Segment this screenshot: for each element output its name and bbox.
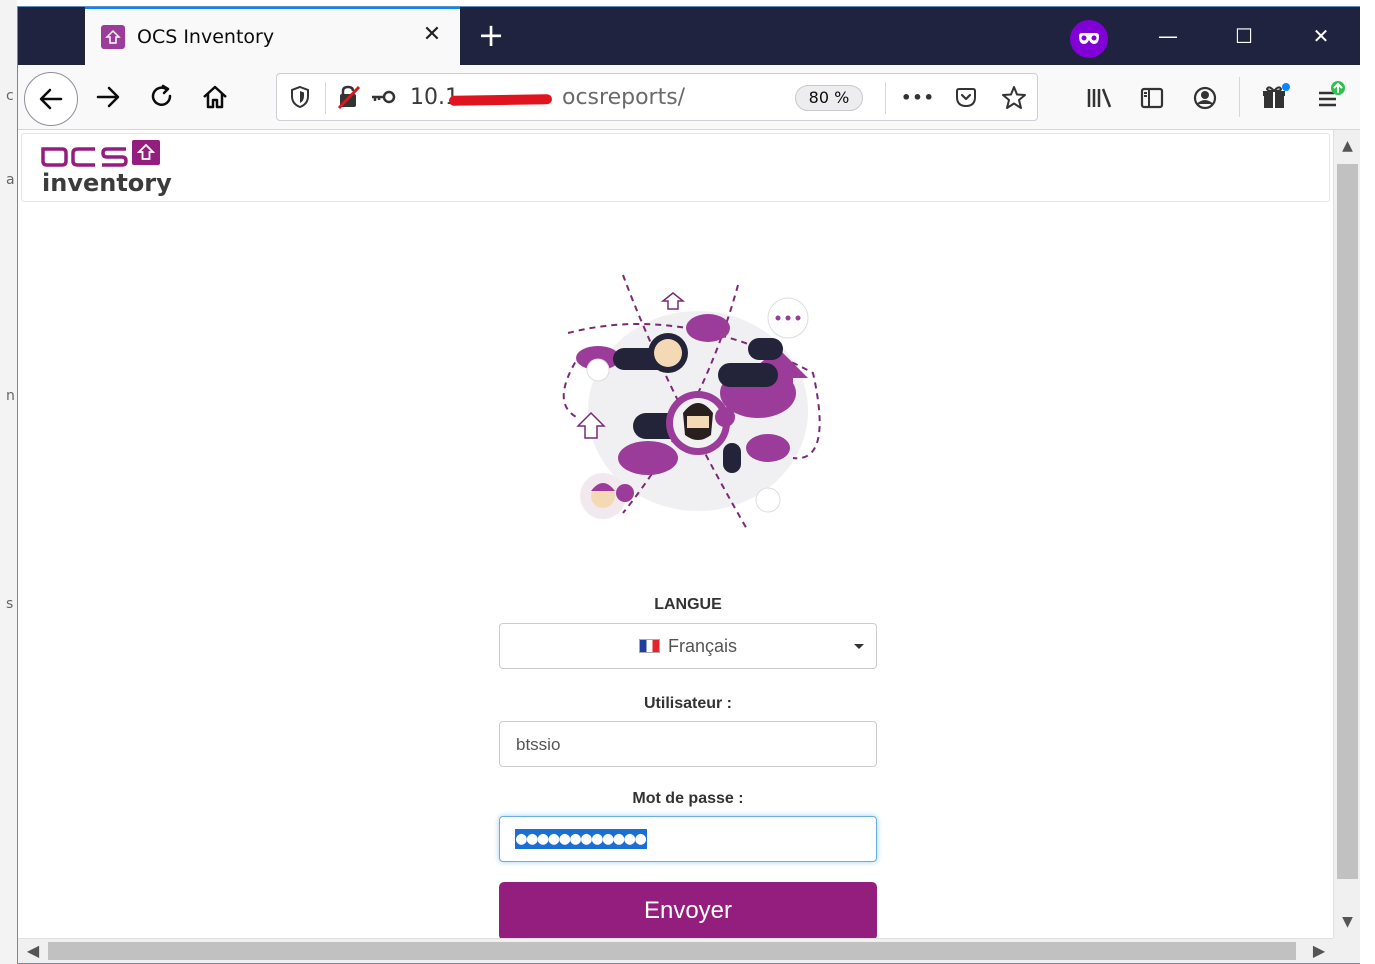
horizontal-scroll-thumb[interactable]: [48, 942, 1296, 960]
nav-toolbar: 10.1 ocsreports/ 80 % •••: [18, 65, 1360, 130]
reload-icon: [151, 84, 172, 106]
scroll-up-arrow-icon[interactable]: ▲: [1334, 138, 1360, 154]
tab-close-icon[interactable]: ✕: [418, 21, 446, 49]
home-icon: [203, 85, 227, 109]
title-bar: OCS Inventory ✕ + — ☐ ✕: [18, 7, 1360, 65]
ocs-inventory-logo[interactable]: inventory: [40, 139, 175, 199]
separator: [885, 82, 886, 114]
password-value-selected: ●●●●●●●●●●●●: [515, 828, 648, 849]
account-icon[interactable]: [1190, 83, 1220, 113]
new-tab-button[interactable]: +: [473, 18, 509, 54]
vertical-scroll-thumb[interactable]: [1337, 164, 1358, 879]
whats-new-gift-icon[interactable]: [1259, 81, 1291, 113]
private-browsing-icon: [1070, 20, 1108, 58]
home-button[interactable]: [193, 75, 237, 119]
tracking-shield-icon[interactable]: [287, 84, 313, 110]
edge-letter: s: [6, 596, 14, 612]
reload-button[interactable]: [140, 75, 184, 119]
address-bar[interactable]: 10.1 ocsreports/ 80 % •••: [276, 73, 1038, 121]
site-header: inventory: [21, 133, 1330, 202]
edge-letter: c: [6, 88, 14, 104]
scrollbar-corner: [1333, 938, 1360, 963]
page-actions-icon[interactable]: •••: [901, 86, 935, 108]
separator: [325, 82, 326, 114]
browser-window: OCS Inventory ✕ + — ☐ ✕ 10.1 ocsreports/…: [17, 6, 1361, 964]
key-icon[interactable]: [369, 86, 397, 108]
french-flag-icon: [638, 639, 660, 653]
insecure-connection-icon[interactable]: [335, 83, 363, 111]
password-input[interactable]: ●●●●●●●●●●●●: [499, 816, 877, 862]
menu-update-icon[interactable]: [1313, 78, 1349, 114]
bookmark-star-icon[interactable]: [998, 82, 1030, 114]
submit-button[interactable]: Envoyer: [499, 882, 877, 938]
tab-ocs-inventory[interactable]: OCS Inventory ✕: [85, 7, 460, 65]
maximize-button[interactable]: ☐: [1219, 17, 1269, 55]
edge-letter: a: [6, 172, 15, 188]
language-label: LANGUE: [654, 596, 722, 613]
forward-arrow-icon: [96, 86, 120, 108]
desktop-edge: [1360, 0, 1375, 964]
zoom-level-button[interactable]: 80 %: [795, 85, 863, 111]
ocs-favicon-icon: [101, 25, 125, 49]
page-viewport: inventory LANGUE Français Utilisateur: …: [18, 130, 1333, 938]
sidebar-icon[interactable]: [1137, 83, 1167, 113]
minimize-button[interactable]: —: [1143, 17, 1193, 55]
forward-button[interactable]: [86, 75, 130, 119]
scroll-left-arrow-icon[interactable]: ◀: [22, 941, 44, 960]
vertical-scrollbar[interactable]: ▲ ▼: [1333, 130, 1360, 938]
horizontal-scrollbar[interactable]: ◀ ▶: [18, 938, 1333, 963]
ocs-illustration: [562, 274, 821, 532]
username-input[interactable]: btssio: [499, 721, 877, 767]
url-path: ocsreports/: [561, 85, 686, 110]
dropdown-caret-icon: [854, 644, 864, 649]
username-value: btssio: [516, 735, 561, 754]
redaction-mark: [448, 94, 553, 106]
logo-text: inventory: [42, 169, 172, 197]
scroll-right-arrow-icon[interactable]: ▶: [1308, 941, 1330, 960]
close-window-button[interactable]: ✕: [1296, 17, 1346, 55]
edge-letter: n: [6, 388, 15, 404]
language-selected: Français: [500, 636, 876, 657]
back-button[interactable]: [24, 72, 78, 126]
pocket-icon[interactable]: [951, 83, 981, 113]
separator: [1239, 77, 1240, 117]
tab-title: OCS Inventory: [137, 26, 275, 48]
password-label: Mot de passe :: [632, 790, 744, 807]
language-select[interactable]: Français: [499, 623, 877, 669]
background-window-edge: c a n s: [0, 0, 17, 964]
username-label: Utilisateur :: [643, 695, 732, 712]
ocs-logo-mark: [41, 140, 160, 167]
scroll-down-arrow-icon[interactable]: ▼: [1334, 914, 1360, 930]
library-icon[interactable]: [1084, 83, 1114, 113]
language-value: Français: [667, 636, 738, 656]
back-arrow-icon: [39, 88, 63, 110]
